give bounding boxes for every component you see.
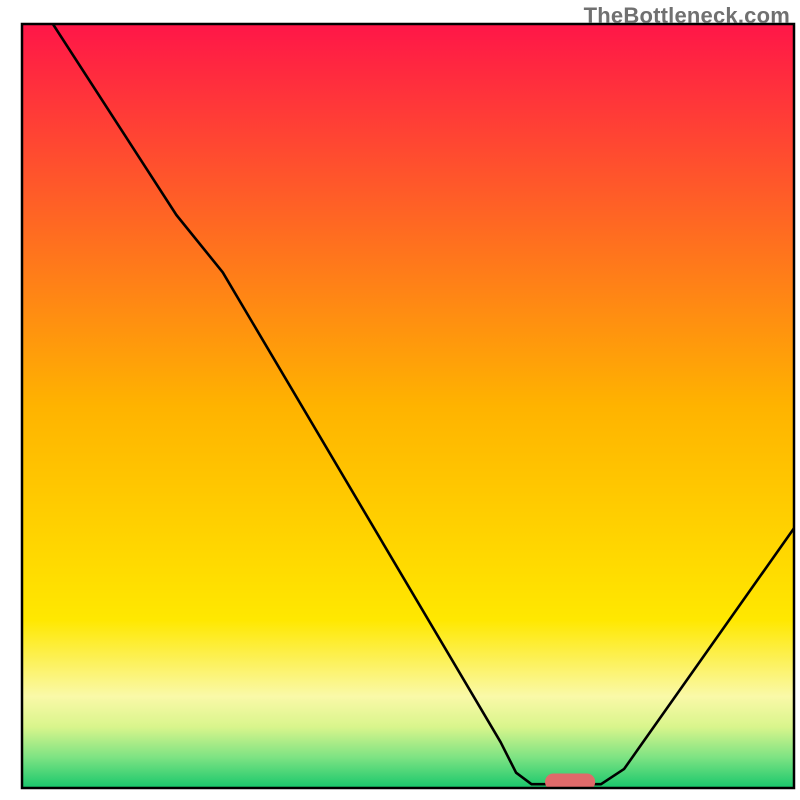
bottleneck-chart bbox=[0, 0, 800, 800]
watermark-text: TheBottleneck.com bbox=[584, 3, 790, 29]
gradient-background bbox=[22, 24, 794, 788]
